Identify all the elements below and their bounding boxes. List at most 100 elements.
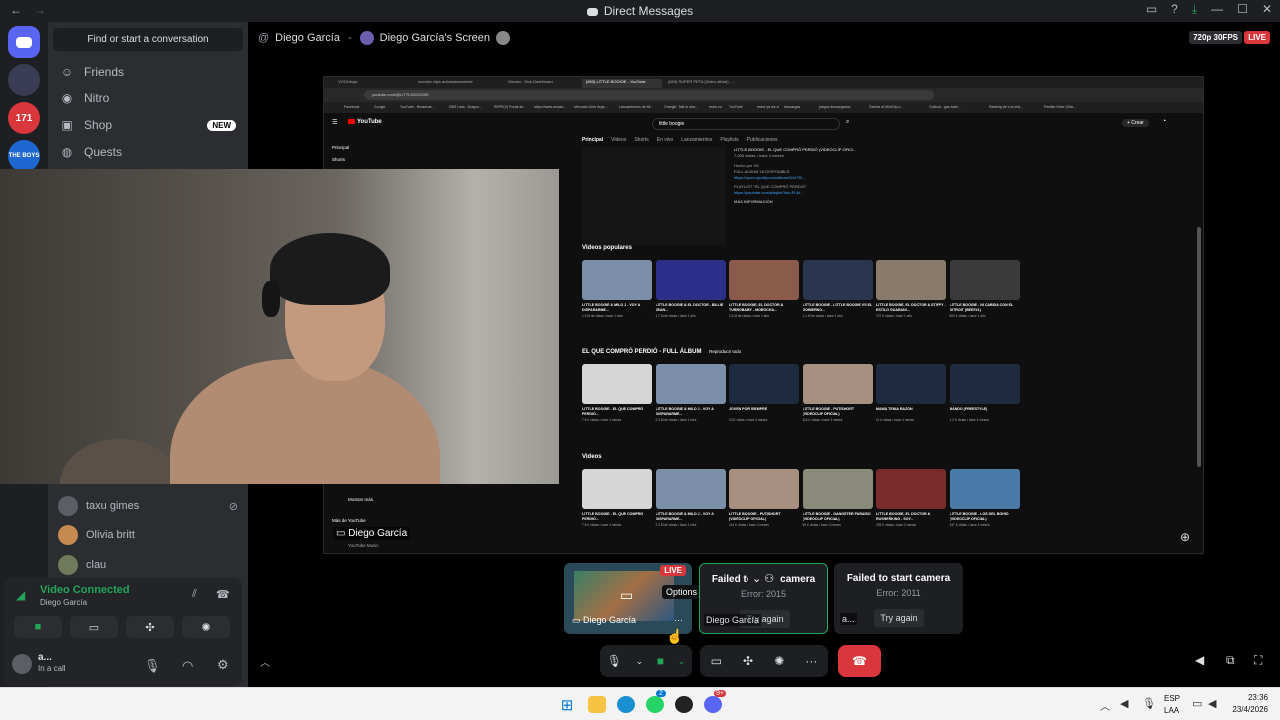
stream-tile[interactable]: LIVE ▭ Options ▭ Diego García ··· <box>564 563 702 634</box>
channel-tab: Shorts <box>634 137 649 143</box>
noise-suppression-icon[interactable]: ⫽ <box>192 588 197 601</box>
video-title: JOVEN POR SIEMPRE <box>729 407 768 411</box>
language-sub: LAA <box>1164 706 1180 715</box>
browser-tab: VOGUboja <box>338 79 358 84</box>
screen-share-icon[interactable]: ▭ <box>711 654 722 668</box>
camera-button[interactable]: ■ <box>14 616 62 638</box>
video-meta: 50 K vistas • hace 3 meses <box>802 523 841 527</box>
nav-nitro[interactable]: ◉ Nitro <box>54 86 242 110</box>
soundboard-button[interactable]: ✺ <box>182 616 230 638</box>
edge-browser-icon[interactable] <box>617 696 635 713</box>
volume-icon[interactable]: ◀ <box>1208 697 1216 710</box>
language-indicator[interactable]: ESP <box>1164 694 1180 703</box>
help-icon[interactable]: ? <box>1171 2 1178 17</box>
maximize-icon[interactable]: ☐ <box>1237 2 1248 17</box>
video-thumbnail <box>802 469 873 509</box>
dm-user-name[interactable]: Diego García <box>275 32 340 44</box>
avatar <box>58 525 78 545</box>
activities-button[interactable]: ✣ <box>126 616 174 638</box>
server-icon[interactable]: 171 <box>8 102 40 134</box>
video-title: LITTLE BOOGIE & MILO J - VOY A DISPARARM… <box>582 303 641 312</box>
pop-out-icon[interactable]: ⧉ <box>1226 653 1235 668</box>
headphones-icon[interactable]: ◠ <box>182 658 193 674</box>
chevron-up-icon[interactable]: ︿ <box>1100 698 1110 713</box>
network-icon[interactable]: ▭ <box>1192 697 1202 710</box>
title-bar: ← → Direct Messages ▭ ? ⤓ — ☐ ✕ <box>0 0 1280 22</box>
youtube-nav-music: YouTube Music <box>348 543 379 548</box>
camera-icon[interactable]: ■ <box>657 654 664 668</box>
leave-call-button[interactable]: ☎ <box>838 645 881 677</box>
microphone-icon[interactable]: 🎙︎ <box>1142 697 1156 710</box>
settings-gear-icon[interactable]: ⚙ <box>217 657 229 673</box>
dm-item[interactable]: taxu gimes ⊘ <box>58 494 238 518</box>
home-button[interactable] <box>8 26 40 58</box>
bookmark: https://www.amazo... <box>534 105 567 109</box>
featured-video-thumbnail <box>582 147 726 245</box>
windows-start-icon[interactable]: ⊞ <box>558 696 576 714</box>
microphone-icon[interactable]: 🎙︎ <box>607 654 622 668</box>
fullscreen-icon[interactable]: ⛶ <box>1254 653 1262 668</box>
window-title: Direct Messages <box>603 4 694 18</box>
chevron-down-icon[interactable]: ⌄ <box>678 656 686 667</box>
video-meta: 1.5 M de vistas • hace 1 año <box>729 314 770 318</box>
disconnect-icon[interactable]: ☎ <box>216 588 230 601</box>
chevron-up-icon[interactable]: ︿ <box>260 654 270 669</box>
camera-tile[interactable]: Failed to start camera Error: 2015 Try a… <box>699 563 828 634</box>
minimize-icon[interactable]: — <box>1211 2 1223 17</box>
video-card: LITTLE BOOGIE - EL QUE COMPRÓ PERDIÓ... 7… <box>582 364 652 434</box>
soundboard-icon[interactable]: ✺ <box>774 654 784 668</box>
camera-tile[interactable]: Failed to start camera Error: 2011 Try a… <box>834 563 963 634</box>
microphone-icon[interactable]: 🎙︎ <box>144 658 161 674</box>
dm-item[interactable]: clau <box>58 553 238 577</box>
video-thumbnail <box>582 260 652 300</box>
nav-label: Friends <box>84 65 125 79</box>
hamburger-menu-icon: ☰ <box>332 120 338 126</box>
error-title: Failed to start camera <box>846 573 951 584</box>
youtube-search: little boogie <box>652 118 840 130</box>
dm-name: Olivia britt <box>86 529 135 541</box>
screen-share-icon: ▭ <box>620 587 634 603</box>
discord-taskbar-icon[interactable]: 9+ <box>704 690 726 713</box>
inbox-icon[interactable]: ▭ <box>1146 2 1157 17</box>
discord-badge: 9+ <box>714 690 726 697</box>
dm-item[interactable]: Olivia britt <box>58 523 238 547</box>
zoom-icon[interactable]: ⊕ <box>1180 530 1190 544</box>
volume-icon[interactable]: ◀ <box>1195 653 1204 667</box>
bookmarks-bar: Facebook Google YouTube - Broadcas... DB… <box>324 102 1203 113</box>
whatsapp-icon[interactable]: 2 <box>646 690 666 713</box>
options-tooltip: Options <box>662 585 702 599</box>
video-card: LITTLE BOOGIE & MILO J - VOY A DISPARARM… <box>655 364 726 434</box>
add-user-icon[interactable]: ⚇ <box>764 573 774 585</box>
more-options-icon[interactable]: ··· <box>674 615 683 625</box>
screen-share-button[interactable]: ▭ <box>70 616 118 638</box>
bookmark: Facebook <box>344 105 360 109</box>
search-input[interactable]: Find or start a conversation <box>53 28 243 51</box>
more-options-icon[interactable]: ··· <box>805 654 817 668</box>
avatar[interactable] <box>12 654 32 674</box>
obs-icon[interactable] <box>675 696 693 713</box>
nav-friends[interactable]: ☺ Friends <box>54 60 242 84</box>
tile-overlay-icons: ⌄ ⚇ <box>748 572 779 585</box>
featured-description: LITTLE BOOGIE - EL QUE COMPRÓ PERDIÓ (VI… <box>734 147 884 205</box>
nav-shop[interactable]: ▣ Shop NEW <box>54 113 242 137</box>
server-icon[interactable] <box>8 64 40 96</box>
play-all-link: Reproducir todo <box>709 349 742 354</box>
speaker-icon[interactable]: ◀ <box>1120 697 1128 710</box>
close-icon[interactable]: ✕ <box>1262 2 1272 17</box>
clock-time[interactable]: 23:36 <box>1228 693 1268 702</box>
chevron-down-icon[interactable]: ⌄ <box>752 573 761 585</box>
download-icon[interactable]: ⤓ <box>1192 2 1197 17</box>
video-thumbnail <box>655 364 726 404</box>
nav-quests[interactable]: ◍ Quests <box>54 140 242 164</box>
section-title: Videos <box>582 454 602 460</box>
file-explorer-icon[interactable] <box>588 696 606 713</box>
video-meta: 13 K vistas • hace 4 meses <box>729 418 768 422</box>
voice-panel: ◢ Video Connected Diego García ⫽ ☎ ■ ▭ ✣… <box>4 578 242 686</box>
video-thumbnail <box>582 469 652 509</box>
try-again-button[interactable]: Try again <box>874 609 924 627</box>
whatsapp-badge: 2 <box>656 690 666 697</box>
activities-icon[interactable]: ✣ <box>743 654 753 668</box>
chevron-down-icon[interactable]: ⌄ <box>636 656 644 667</box>
server-icon[interactable]: THE BOYS <box>8 140 40 172</box>
clock-date: 23/4/2026 <box>1232 705 1268 714</box>
